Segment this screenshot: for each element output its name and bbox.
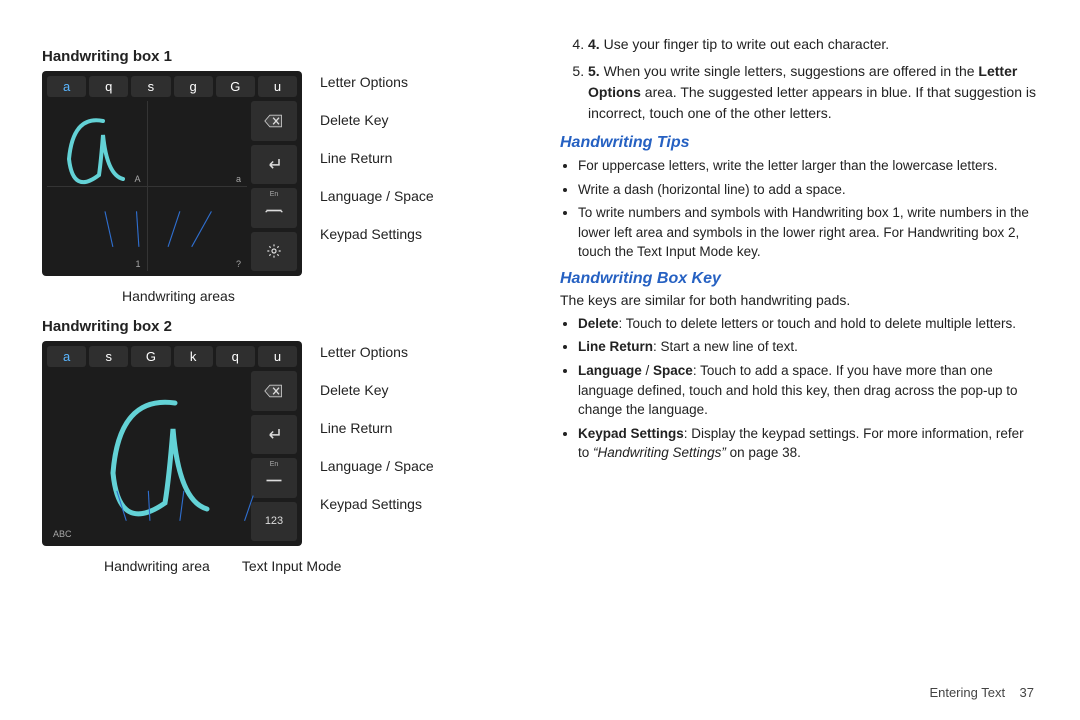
letter-options-row-1: a q s g G u [47,76,297,97]
delete-key-icon [251,371,297,411]
language-key-icon: En [251,188,297,228]
handwriting-figure-1: a q s g G u A a 1 [42,71,302,276]
tip-item: Write a dash (horizontal line) to add a … [578,180,1038,200]
boxkey-linereturn: Line Return: Start a new line of text. [578,337,1038,357]
tips-list: For uppercase letters, write the letter … [560,156,1038,262]
letter-option: u [258,76,297,97]
letter-option: a [47,346,86,367]
letter-option: k [174,346,213,367]
callout-stack-2: Letter Options Delete Key Line Return La… [320,344,434,512]
letter-option: a [47,76,86,97]
return-key-icon [251,145,297,185]
callout-letter-options: Letter Options [320,74,434,90]
abc-label: ABC [53,529,72,539]
language-key-icon: En [251,458,297,498]
return-key-icon [251,415,297,455]
tip-item: For uppercase letters, write the letter … [578,156,1038,176]
callout-settings: Keypad Settings [320,226,434,242]
steps-list: 4. Use your finger tip to write out each… [560,34,1038,124]
boxkey-settings: Keypad Settings: Display the keypad sett… [578,424,1038,463]
under-label-textmode: Text Input Mode [242,558,342,574]
handwriting-areas: A a 1 ? [47,101,247,271]
callout-delete: Delete Key [320,112,434,128]
handwriting-figure-2: a s G k q u ABC [42,341,302,546]
letter-option: G [131,346,170,367]
tip-item: To write numbers and symbols with Handwr… [578,203,1038,262]
callout-return: Line Return [320,150,434,166]
callout-language: Language / Space [320,188,434,204]
letter-option: s [89,346,128,367]
callout-letter-options: Letter Options [320,344,434,360]
letter-options-row-2: a s G k q u [47,346,297,367]
boxkey-delete: Delete: Touch to delete letters or touch… [578,314,1038,334]
boxkey-heading: Handwriting Box Key [560,270,1038,288]
letter-option: u [258,346,297,367]
page-footer: Entering Text 37 [929,685,1034,700]
boxkey-intro: The keys are similar for both handwritin… [560,292,1038,308]
settings-key-icon [251,232,297,272]
step-4: 4. Use your finger tip to write out each… [588,34,1038,55]
callout-language: Language / Space [320,458,434,474]
callout-delete: Delete Key [320,382,434,398]
under-label-area: Handwriting area [104,558,210,574]
callout-settings: Keypad Settings [320,496,434,512]
tips-heading: Handwriting Tips [560,134,1038,152]
callout-return: Line Return [320,420,434,436]
letter-option: G [216,76,255,97]
letter-option: s [131,76,170,97]
boxkey-list: Delete: Touch to delete letters or touch… [560,314,1038,463]
letter-option: q [89,76,128,97]
delete-key-icon [251,101,297,141]
callout-stack-1: Letter Options Delete Key Line Return La… [320,74,434,242]
num-key: 123 [251,502,297,542]
handwriting-area-single: ABC [47,371,247,541]
letter-option: q [216,346,255,367]
box2-title: Handwriting box 2 [42,318,520,335]
box1-title: Handwriting box 1 [42,48,520,65]
under-label-areas: Handwriting areas [122,288,235,304]
step-5: 5. When you write single letters, sugges… [588,61,1038,124]
boxkey-language: Language / Space: Touch to add a space. … [578,361,1038,420]
letter-option: g [174,76,213,97]
